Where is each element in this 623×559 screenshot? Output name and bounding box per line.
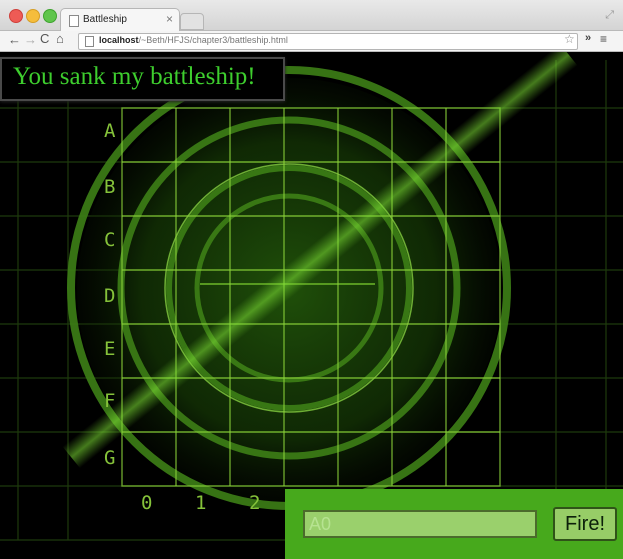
column-label-1: 1	[195, 492, 207, 514]
page-icon	[69, 15, 79, 27]
home-icon[interactable]: ⌂	[56, 31, 64, 46]
row-label-a: A	[104, 120, 116, 142]
radar-board	[0, 52, 623, 541]
fire-button[interactable]: Fire!	[553, 507, 617, 541]
row-label-b: B	[104, 176, 116, 198]
forward-icon[interactable]: →	[24, 32, 37, 47]
fire-form: Fire!	[285, 489, 623, 559]
url-path: /~Beth/HFJS/chapter3/battleship.html	[138, 35, 288, 45]
column-label-2: 2	[249, 492, 261, 514]
guess-input[interactable]	[303, 510, 537, 538]
row-label-f: F	[104, 390, 116, 412]
row-label-d: D	[104, 285, 116, 307]
close-window-button[interactable]	[9, 9, 23, 23]
message-text: You sank my battleship!	[13, 63, 256, 90]
extensions-chevron-icon[interactable]: »	[585, 32, 591, 44]
zoom-window-button[interactable]	[43, 9, 57, 23]
row-label-e: E	[104, 338, 116, 360]
address-bar[interactable]: localhost/~Beth/HFJS/chapter3/battleship…	[78, 33, 578, 50]
message-area: You sank my battleship!	[0, 57, 285, 101]
minimize-window-button[interactable]	[26, 9, 40, 23]
menu-icon[interactable]: ≡	[600, 32, 607, 46]
bookmark-star-icon[interactable]: ☆	[564, 32, 575, 46]
url-text: localhost/~Beth/HFJS/chapter3/battleship…	[99, 35, 288, 45]
column-label-0: 0	[141, 492, 153, 514]
row-label-g: G	[104, 447, 116, 469]
page-icon	[85, 36, 94, 47]
browser-toolbar: ← → C ⌂ localhost/~Beth/HFJS/chapter3/ba…	[0, 31, 623, 52]
tab-battleship[interactable]: Battleship ×	[60, 8, 180, 32]
back-icon[interactable]: ←	[8, 32, 21, 47]
new-tab-button[interactable]	[180, 13, 204, 30]
title-bar: Battleship × ⤢	[0, 0, 623, 32]
reload-icon[interactable]: C	[40, 31, 49, 46]
fullscreen-icon[interactable]: ⤢	[605, 9, 614, 22]
page-content: A B C D E F G 0 1 2 You sank my battlesh…	[0, 52, 623, 559]
row-label-c: C	[104, 229, 116, 251]
browser-window: Battleship × ⤢ ← → C ⌂ localhost/~Beth/H…	[0, 0, 623, 559]
url-host: localhost	[99, 35, 139, 45]
tab-close-icon[interactable]: ×	[166, 12, 173, 26]
tab-title: Battleship	[83, 14, 127, 25]
